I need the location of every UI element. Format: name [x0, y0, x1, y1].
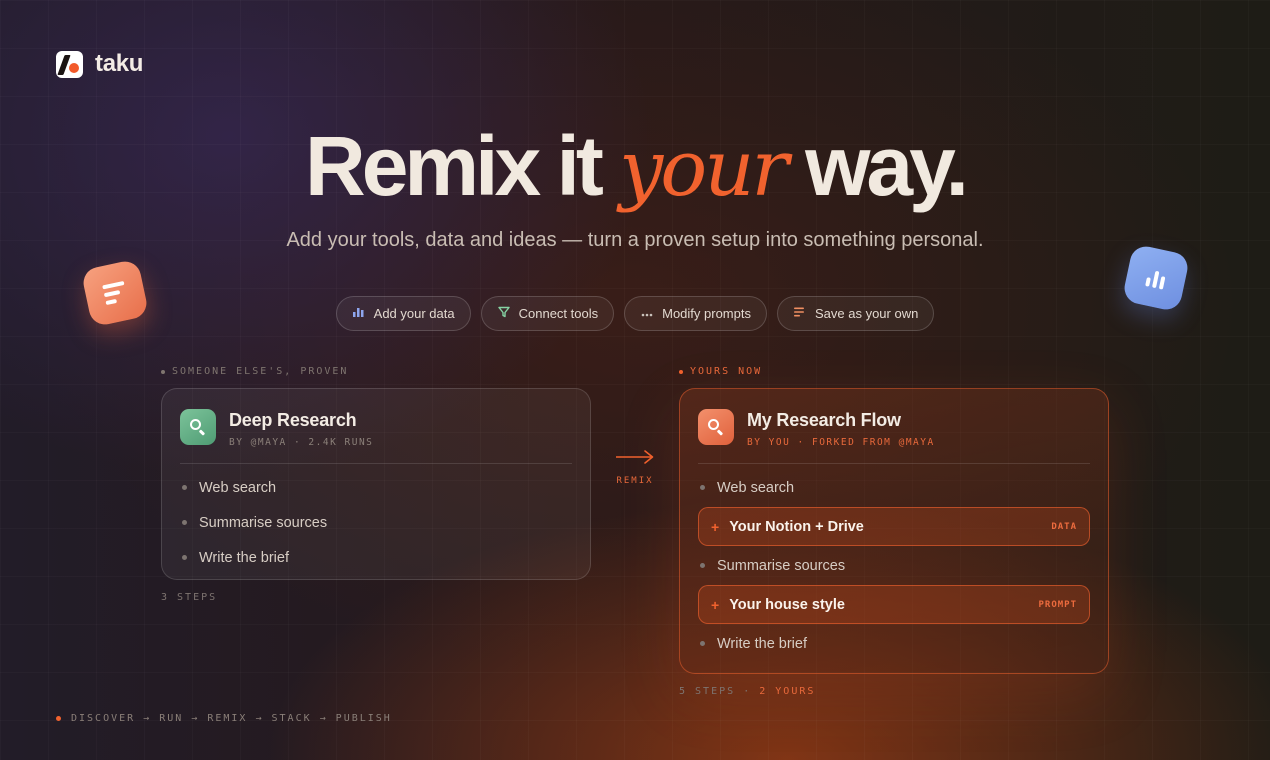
- step-label: Web search: [199, 479, 277, 496]
- hero-title-end: way.: [805, 119, 969, 213]
- bullet-icon: [700, 563, 705, 568]
- dots-icon: [640, 308, 654, 320]
- hero-title-start: Remix it: [305, 119, 604, 213]
- add-data-pill[interactable]: Add your data: [335, 296, 471, 331]
- step-tag: PROMPT: [1038, 599, 1077, 610]
- lines-icon: [793, 307, 807, 320]
- hero-title-accent: your: [619, 124, 789, 214]
- save-as-own-pill[interactable]: Save as your own: [776, 296, 935, 331]
- steps-yours: 2 YOURS: [759, 686, 816, 697]
- step-label: Summarise sources: [199, 514, 328, 531]
- step-item: Write the brief: [180, 540, 572, 575]
- step-list: Web search Summarise sources Write the b…: [180, 470, 572, 575]
- pill-label: Add your data: [373, 306, 455, 321]
- steps-separator: ·: [743, 686, 752, 697]
- bullet-icon: [700, 641, 705, 646]
- original-eyebrow: SOMEONE ELSE'S, PROVEN: [161, 366, 348, 377]
- step-label: Write the brief: [199, 549, 289, 566]
- eyebrow-dot-icon: [161, 369, 165, 374]
- bullet-icon: [182, 485, 187, 490]
- remixed-recipe-card[interactable]: My Research Flow BY YOU · FORKED FROM @M…: [679, 388, 1109, 674]
- brand[interactable]: taku: [56, 50, 143, 78]
- journey-dot-icon: [56, 716, 61, 721]
- original-steps-count: 3 STEPS: [161, 592, 218, 603]
- original-eyebrow-label: SOMEONE ELSE'S, PROVEN: [172, 366, 349, 377]
- modify-prompts-pill[interactable]: Modify prompts: [624, 296, 767, 331]
- eyebrow-dot-icon: [679, 369, 683, 374]
- step-label: Your Notion + Drive: [729, 518, 864, 535]
- taku-logo-icon: [56, 50, 83, 78]
- journey-breadcrumb: DISCOVER → RUN → REMIX → STACK → PUBLISH: [56, 713, 392, 724]
- steps-total: 5 STEPS: [679, 686, 736, 697]
- pill-label: Connect tools: [518, 306, 599, 321]
- step-label: Web search: [717, 479, 795, 496]
- step-label: Summarise sources: [717, 557, 846, 574]
- bar-chart-icon: [352, 307, 366, 320]
- yours-eyebrow: YOURS NOW: [679, 366, 762, 377]
- pill-label: Modify prompts: [662, 306, 751, 321]
- card-meta: BY YOU · FORKED FROM @MAYA: [747, 437, 935, 448]
- step-item: Web search: [698, 470, 1090, 505]
- step-item: Summarise sources: [180, 505, 572, 540]
- step-item: Write the brief: [698, 626, 1090, 661]
- step-list: Web search + Your Notion + Drive DATA Su…: [698, 470, 1090, 661]
- hero-subtitle: Add your tools, data and ideas — turn a …: [286, 229, 984, 251]
- added-step-prompt[interactable]: + Your house style PROMPT: [698, 585, 1090, 624]
- bullet-icon: [700, 485, 705, 490]
- step-item: Summarise sources: [698, 548, 1090, 583]
- remix-arrow: REMIX: [612, 448, 658, 486]
- action-pills: Add your data Connect tools Modify promp…: [0, 296, 1270, 331]
- step-tag: DATA: [1051, 521, 1077, 532]
- connect-tools-pill[interactable]: Connect tools: [480, 296, 615, 331]
- card-header: My Research Flow BY YOU · FORKED FROM @M…: [698, 409, 1090, 464]
- remix-label: REMIX: [616, 476, 654, 486]
- bullet-icon: [182, 555, 187, 560]
- card-meta: BY @MAYA · 2.4K RUNS: [229, 437, 374, 448]
- step-label: Write the brief: [717, 635, 807, 652]
- step-label: Your house style: [729, 596, 845, 613]
- journey-label: DISCOVER → RUN → REMIX → STACK → PUBLISH: [71, 713, 392, 724]
- arrow-right-icon: [616, 450, 654, 464]
- funnel-icon: [497, 306, 511, 321]
- yours-steps-count: 5 STEPS · 2 YOURS: [679, 686, 815, 697]
- plus-icon: +: [711, 518, 720, 535]
- card-title: Deep Research: [229, 410, 357, 430]
- search-icon: [180, 409, 216, 445]
- card-title: My Research Flow: [747, 410, 901, 430]
- step-item: Web search: [180, 470, 572, 505]
- pill-label: Save as your own: [814, 306, 919, 321]
- yours-eyebrow-label: YOURS NOW: [690, 366, 763, 377]
- bullet-icon: [182, 520, 187, 525]
- plus-icon: +: [711, 596, 720, 613]
- added-step-data[interactable]: + Your Notion + Drive DATA: [698, 507, 1090, 546]
- hero-title: Remix it your way.: [0, 118, 1270, 215]
- card-header: Deep Research BY @MAYA · 2.4K RUNS: [180, 409, 572, 464]
- brand-name: taku: [95, 50, 144, 77]
- search-icon: [698, 409, 734, 445]
- original-recipe-card[interactable]: Deep Research BY @MAYA · 2.4K RUNS Web s…: [161, 388, 591, 580]
